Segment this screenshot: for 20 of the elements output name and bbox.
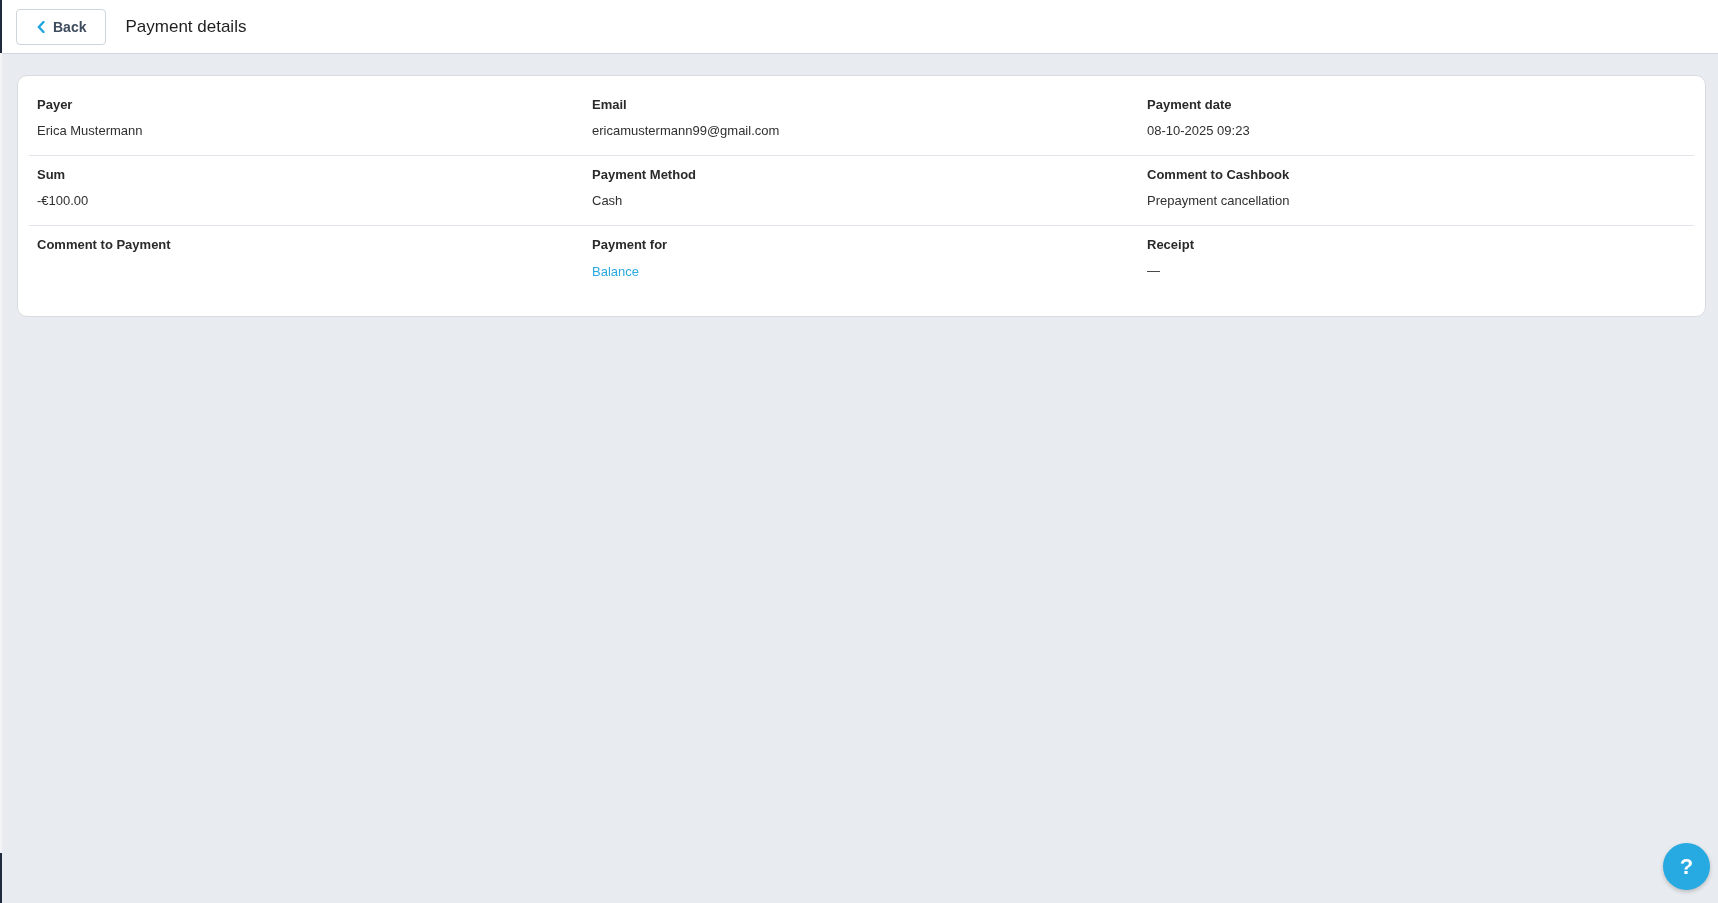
field-value: -€100.00 [37, 193, 89, 209]
field-value: ericamustermann99@gmail.com [592, 123, 780, 139]
field-label: Payment Method [592, 167, 696, 183]
help-button[interactable]: ? [1663, 843, 1710, 890]
field-label: Payment for [592, 237, 668, 253]
field-value: 08-10-2025 09:23 [1147, 123, 1250, 139]
field-value: Cash [592, 193, 623, 209]
field-label: Payer [37, 97, 73, 113]
balance-link[interactable]: Balance [592, 264, 639, 280]
field-label: Email [592, 97, 627, 113]
back-button[interactable]: Back [16, 8, 107, 45]
page-title: Payment details [125, 16, 247, 37]
field-label: Receipt [1147, 237, 1194, 253]
field-value: Prepayment cancellation [1147, 193, 1290, 209]
field-label: Payment date [1147, 97, 1232, 113]
field-value: — [1147, 263, 1160, 279]
chevron-left-icon [37, 20, 45, 33]
field-label: Sum [37, 167, 66, 183]
field-label: Comment to Cashbook [1147, 167, 1290, 183]
field-value: Erica Mustermann [37, 123, 143, 139]
